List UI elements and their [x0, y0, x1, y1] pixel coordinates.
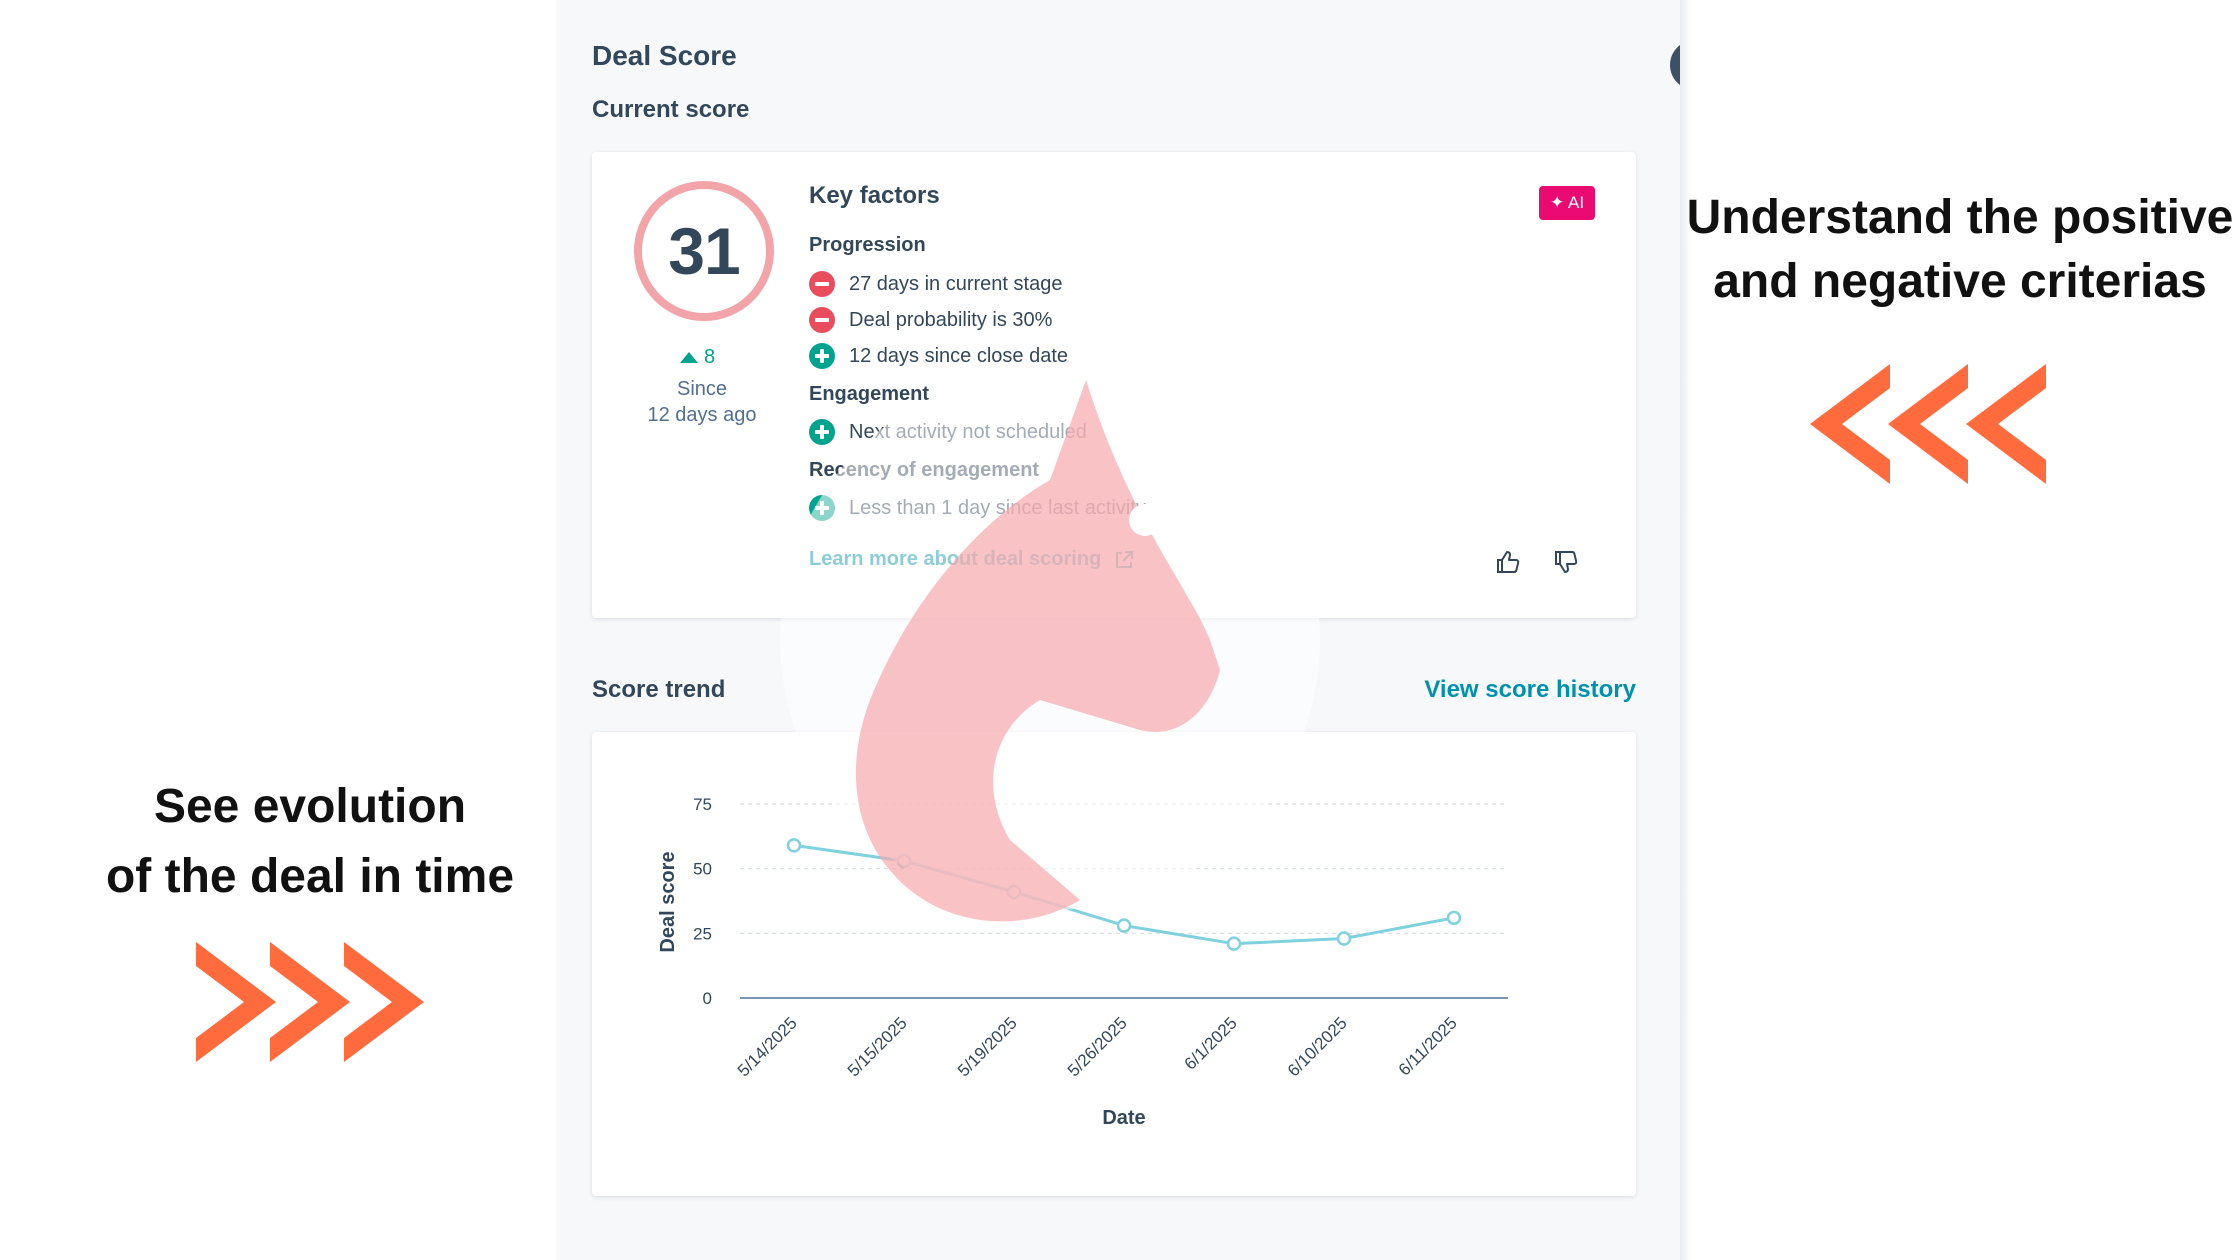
score-trend-title: Score trend: [592, 676, 726, 703]
factor-text: 27 days in current stage: [849, 272, 1063, 295]
group-heading-progression: Progression: [809, 234, 926, 256]
score-delta: 8: [680, 346, 715, 369]
chevrons-right-icon: [196, 942, 424, 1062]
learn-more-link[interactable]: Learn more about deal scoring: [809, 548, 1135, 571]
x-axis-label: Date: [1102, 1107, 1145, 1129]
thumbs-up-icon[interactable]: [1494, 548, 1522, 576]
since-date: 12 days ago: [647, 404, 757, 426]
ai-badge: ✦ AI: [1539, 186, 1595, 220]
data-point: [1336, 931, 1352, 946]
x-tick-label: 6/1/2025: [1181, 1013, 1241, 1073]
factor-text: 12 days since close date: [849, 344, 1069, 367]
minus-circle-icon: [809, 307, 835, 333]
annotation-right-line2: and negative criterias: [1713, 255, 2207, 308]
score-delta-value: 8: [704, 346, 716, 368]
view-score-history-link[interactable]: View score history: [1424, 676, 1636, 704]
data-point: [1006, 884, 1022, 900]
plus-circle-icon: [809, 419, 835, 445]
learn-more-label: Learn more about deal scoring: [809, 548, 1102, 570]
factor-item: 12 days since close date: [809, 343, 1068, 369]
annotation-left-line1: See evolution: [153, 780, 467, 833]
data-point: [1446, 910, 1462, 926]
current-score-heading: Current score: [592, 96, 750, 123]
data-point: [896, 853, 912, 869]
data-point: [1116, 918, 1132, 933]
score-value: 31: [634, 181, 774, 321]
x-tick-label: 6/10/2025: [1284, 1013, 1351, 1080]
thumbs-down-icon[interactable]: [1552, 548, 1580, 576]
annotation-right: Understand the positive and negative cri…: [1680, 186, 2240, 314]
y-tick-label: 0: [703, 989, 712, 1008]
annotation-left: See evolution of the deal in time: [40, 772, 580, 912]
group-heading-recency: Recency of engagement: [809, 459, 1040, 481]
chevrons-left-icon: [1810, 364, 2046, 484]
factor-text: Deal probability is 30%: [849, 308, 1053, 331]
since-label: Since: [676, 378, 728, 400]
score-since: Since 12 days ago: [620, 376, 784, 428]
x-tick-label: 5/19/2025: [954, 1013, 1021, 1080]
factor-item: 27 days in current stage: [809, 271, 1062, 297]
factor-text: Less than 1 day since last activity: [849, 496, 1146, 519]
x-tick-label: 5/14/2025: [734, 1013, 801, 1080]
plus-circle-icon: [809, 343, 835, 369]
y-tick-label: 75: [693, 795, 712, 814]
factor-item: Deal probability is 30%: [809, 307, 1052, 333]
key-factors-title: Key factors: [809, 182, 940, 209]
external-link-icon: [1116, 550, 1134, 568]
y-tick-label: 50: [693, 860, 712, 879]
plus-circle-icon: [809, 495, 835, 521]
annotation-right-line1: Understand the positive: [1686, 191, 2234, 244]
factor-text: Next activity not scheduled: [849, 420, 1087, 443]
factor-item: Less than 1 day since last activity: [809, 495, 1146, 521]
annotation-left-line2: of the deal in time: [105, 850, 515, 903]
x-tick-label: 5/15/2025: [844, 1013, 911, 1080]
x-tick-label: 5/26/2025: [1064, 1013, 1131, 1080]
score-trend-chart: 0 25 50 75 5/14/2025 5/15/2025 5/19/2025 5/26/2…: [657, 795, 1508, 1129]
y-axis-label: Deal score: [657, 851, 679, 952]
factor-item: Next activity not scheduled: [809, 419, 1087, 445]
minus-circle-icon: [809, 271, 835, 297]
arrow-up-icon: [680, 352, 698, 363]
group-heading-engagement: Engagement: [809, 383, 930, 405]
data-point: [1226, 936, 1242, 951]
panel-title: Deal Score: [592, 40, 737, 71]
x-tick-label: 6/11/2025: [1395, 1013, 1461, 1079]
data-point: [786, 838, 802, 853]
y-tick-label: 25: [693, 924, 712, 943]
